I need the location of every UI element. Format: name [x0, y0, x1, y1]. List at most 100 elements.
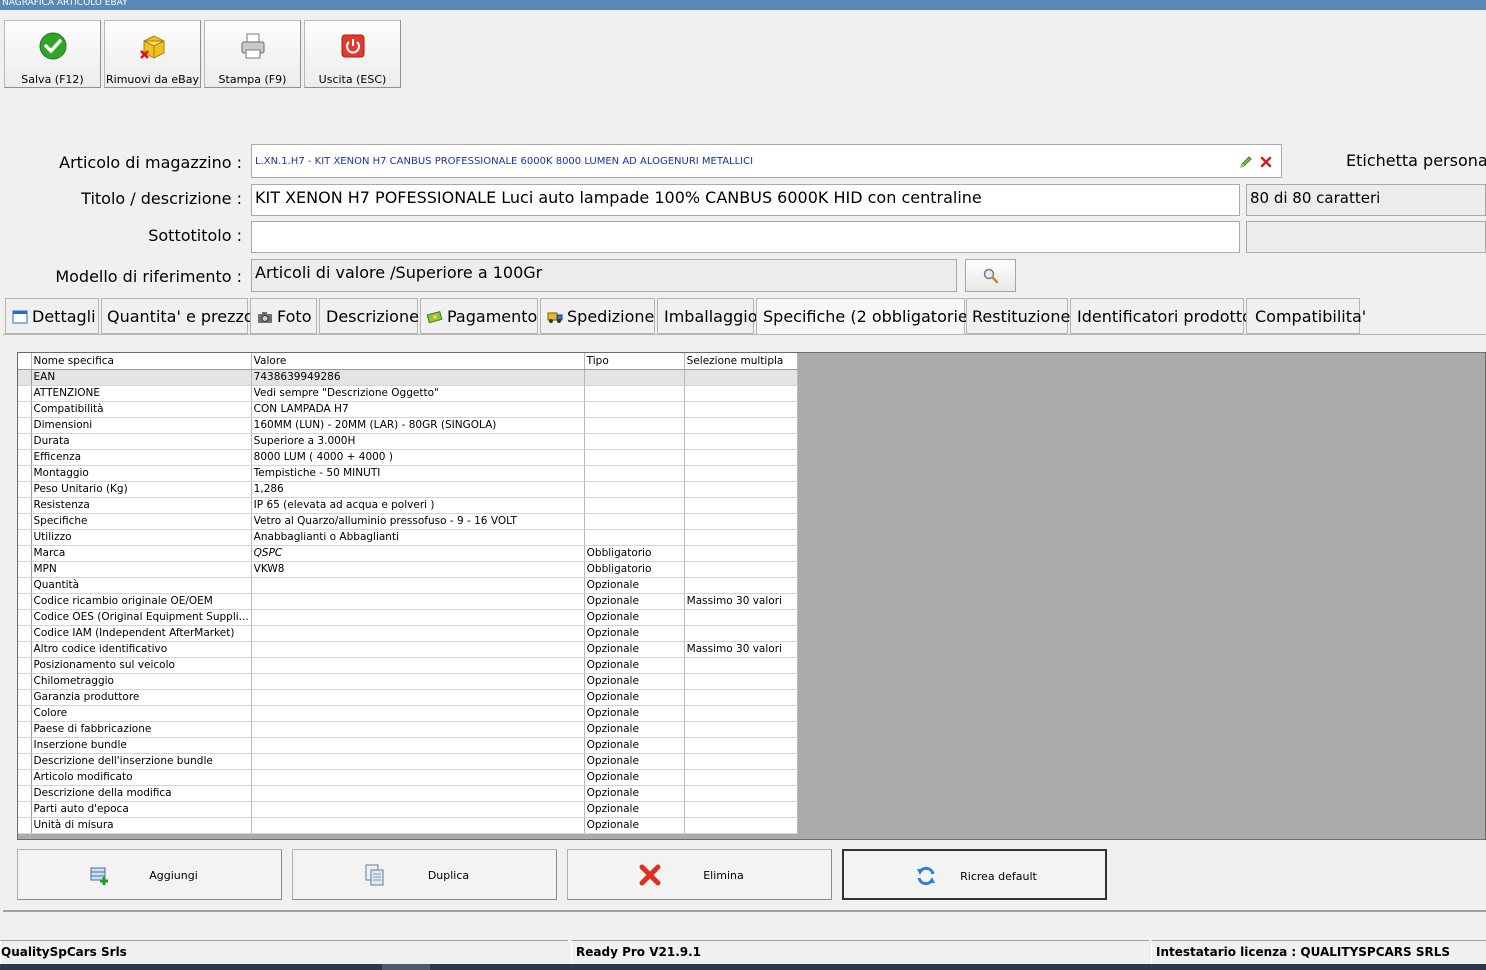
table-row[interactable]: Garanzia produttore Opzionale: [18, 689, 798, 706]
spec-type-cell[interactable]: Opzionale: [584, 737, 685, 754]
spec-value-cell[interactable]: [251, 577, 585, 594]
row-indicator[interactable]: [18, 785, 32, 802]
row-indicator[interactable]: [18, 513, 32, 530]
spec-multi-cell[interactable]: [684, 561, 798, 578]
tab-foto[interactable]: Foto: [250, 298, 317, 334]
clear-icon[interactable]: [1259, 155, 1273, 169]
spec-value-cell[interactable]: Tempistiche - 50 MINUTI: [251, 465, 585, 482]
spec-name-cell[interactable]: Inserzione bundle: [31, 737, 252, 754]
spec-multi-cell[interactable]: [684, 785, 798, 802]
row-indicator[interactable]: [18, 385, 32, 402]
spec-value-cell[interactable]: [251, 817, 585, 834]
table-row[interactable]: Unità di misura Opzionale: [18, 817, 798, 834]
spec-name-cell[interactable]: Quantità: [31, 577, 252, 594]
table-row[interactable]: Codice IAM (Independent AfterMarket) Opzi…: [18, 625, 798, 642]
row-indicator[interactable]: [18, 817, 32, 834]
spec-name-cell[interactable]: Resistenza: [31, 497, 252, 514]
table-row[interactable]: Dimensioni 160MM (LUN) - 20MM (LAR) - 80G…: [18, 417, 798, 434]
spec-multi-cell[interactable]: [684, 481, 798, 498]
title-input[interactable]: KIT XENON H7 POFESSIONALE Luci auto lamp…: [251, 184, 1240, 216]
row-indicator[interactable]: [18, 401, 32, 418]
tab-descrizione[interactable]: Descrizione: [319, 298, 419, 334]
table-row[interactable]: EAN 7438639949286: [18, 369, 798, 386]
spec-name-cell[interactable]: Utilizzo: [31, 529, 252, 546]
spec-type-cell[interactable]: [584, 369, 685, 386]
spec-multi-cell[interactable]: [684, 369, 798, 386]
tab-restituzione[interactable]: Restituzione: [966, 298, 1070, 334]
row-indicator[interactable]: [18, 545, 32, 562]
table-row[interactable]: Parti auto d'epoca Opzionale: [18, 801, 798, 818]
row-indicator[interactable]: [18, 433, 32, 450]
duplicate-button[interactable]: Duplica: [292, 849, 557, 900]
row-indicator[interactable]: [18, 721, 32, 738]
table-row[interactable]: Resistenza IP 65 (elevata ad acqua e polv…: [18, 497, 798, 514]
spec-value-cell[interactable]: [251, 753, 585, 770]
spec-multi-cell[interactable]: [684, 769, 798, 786]
spec-multi-cell[interactable]: [684, 433, 798, 450]
table-row[interactable]: Efficenza 8000 LUM ( 4000 + 4000 ): [18, 449, 798, 466]
row-indicator[interactable]: [18, 641, 32, 658]
spec-value-cell[interactable]: [251, 801, 585, 818]
spec-type-cell[interactable]: [584, 481, 685, 498]
model-search-button[interactable]: [965, 259, 1016, 292]
spec-value-cell[interactable]: [251, 641, 585, 658]
tab-dettagli[interactable]: Dettagli: [5, 298, 99, 334]
row-indicator[interactable]: [18, 593, 32, 610]
row-indicator[interactable]: [18, 673, 32, 690]
row-indicator[interactable]: [18, 737, 32, 754]
column-header[interactable]: Tipo: [584, 353, 685, 370]
spec-type-cell[interactable]: Opzionale: [584, 817, 685, 834]
spec-type-cell[interactable]: [584, 449, 685, 466]
spec-name-cell[interactable]: Descrizione della modifica: [31, 785, 252, 802]
spec-type-cell[interactable]: Obbligatorio: [584, 545, 685, 562]
spec-value-cell[interactable]: [251, 737, 585, 754]
spec-multi-cell[interactable]: [684, 801, 798, 818]
spec-name-cell[interactable]: Colore: [31, 705, 252, 722]
spec-name-cell[interactable]: Durata: [31, 433, 252, 450]
spec-type-cell[interactable]: [584, 529, 685, 546]
spec-name-cell[interactable]: MPN: [31, 561, 252, 578]
specifics-grid[interactable]: Nome specifica Valore Tipo Selezione mul…: [17, 352, 1486, 840]
spec-type-cell[interactable]: [584, 385, 685, 402]
tab-quantita-prezzo[interactable]: Quantita' e prezzo: [101, 298, 254, 334]
spec-type-cell[interactable]: Opzionale: [584, 625, 685, 642]
spec-type-cell[interactable]: Opzionale: [584, 577, 685, 594]
exit-button[interactable]: Uscita (ESC): [304, 20, 401, 88]
column-header[interactable]: Nome specifica: [31, 353, 252, 370]
spec-multi-cell[interactable]: [684, 465, 798, 482]
table-row[interactable]: Articolo modificato Opzionale: [18, 769, 798, 786]
spec-value-cell[interactable]: [251, 609, 585, 626]
spec-value-cell[interactable]: 7438639949286: [251, 369, 585, 386]
spec-value-cell[interactable]: [251, 625, 585, 642]
table-row[interactable]: Utilizzo Anabbaglianti o Abbaglianti: [18, 529, 798, 546]
spec-value-cell[interactable]: VKW8: [251, 561, 585, 578]
row-indicator[interactable]: [18, 705, 32, 722]
row-indicator[interactable]: [18, 657, 32, 674]
spec-type-cell[interactable]: Opzionale: [584, 593, 685, 610]
table-row[interactable]: Colore Opzionale: [18, 705, 798, 722]
spec-multi-cell[interactable]: [684, 625, 798, 642]
spec-name-cell[interactable]: Paese di fabbricazione: [31, 721, 252, 738]
row-indicator[interactable]: [18, 417, 32, 434]
row-indicator[interactable]: [18, 529, 32, 546]
row-indicator[interactable]: [18, 609, 32, 626]
tab-specifiche[interactable]: Specifiche (2 obbligatorie): [756, 298, 974, 335]
row-indicator[interactable]: [18, 497, 32, 514]
spec-name-cell[interactable]: Parti auto d'epoca: [31, 801, 252, 818]
spec-value-cell[interactable]: QSPC: [251, 545, 585, 562]
spec-name-cell[interactable]: Codice OES (Original Equipment Suppli...: [31, 609, 252, 626]
save-button[interactable]: Salva (F12): [4, 20, 101, 88]
spec-type-cell[interactable]: [584, 401, 685, 418]
table-row[interactable]: MPN VKW8 Obbligatorio: [18, 561, 798, 578]
spec-type-cell[interactable]: Opzionale: [584, 673, 685, 690]
spec-type-cell[interactable]: Opzionale: [584, 801, 685, 818]
spec-multi-cell[interactable]: [684, 753, 798, 770]
tab-identificatori-prodotto[interactable]: Identificatori prodotto: [1070, 298, 1252, 334]
table-row[interactable]: Codice ricambio originale OE/OEM Opzional…: [18, 593, 798, 610]
tab-compatibilita[interactable]: Compatibilita': [1246, 298, 1366, 334]
spec-value-cell[interactable]: [251, 689, 585, 706]
table-row[interactable]: Montaggio Tempistiche - 50 MINUTI: [18, 465, 798, 482]
spec-multi-cell[interactable]: [684, 705, 798, 722]
spec-name-cell[interactable]: Marca: [31, 545, 252, 562]
table-row[interactable]: Specifiche Vetro al Quarzo/alluminio pres…: [18, 513, 798, 530]
